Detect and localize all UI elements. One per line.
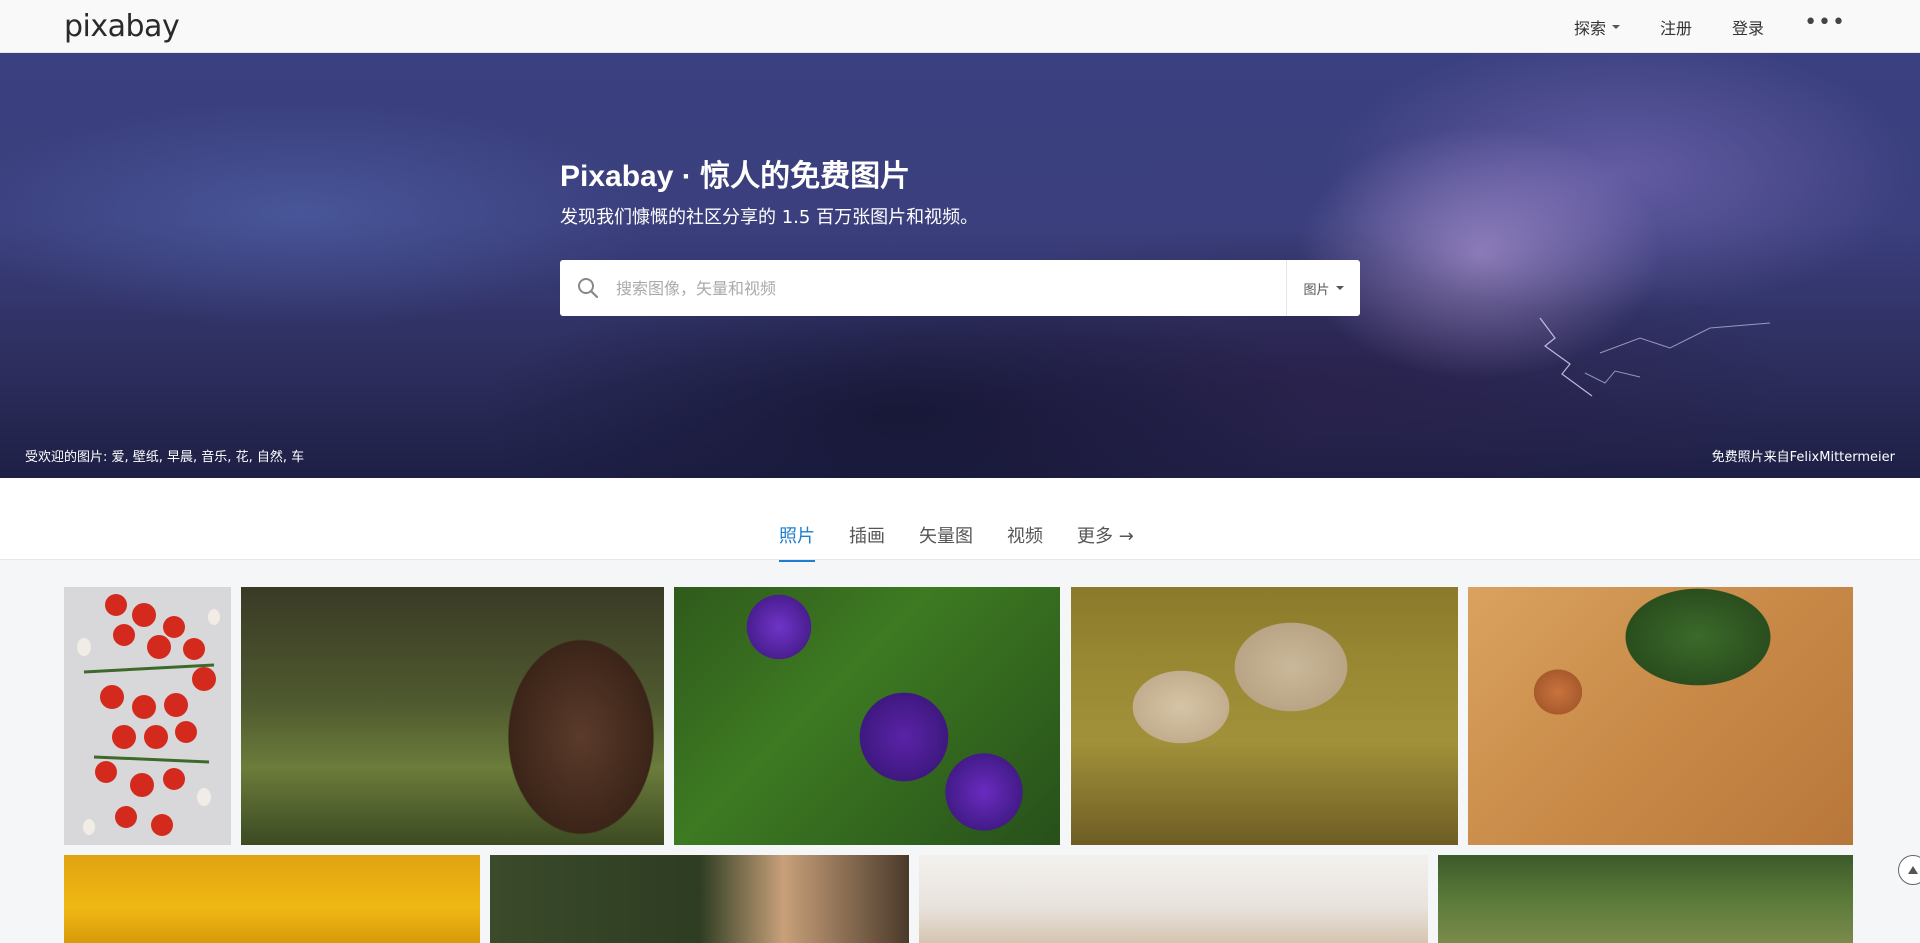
hero-banner: Pixabay · 惊人的免费图片 发现我们慷慨的社区分享的 1.5 百万张图片… xyxy=(0,53,1920,478)
tab-illustrations[interactable]: 插画 xyxy=(849,522,885,562)
login-link[interactable]: 登录 xyxy=(1712,15,1784,39)
more-menu-icon[interactable]: ••• xyxy=(1784,11,1856,34)
photo-credit[interactable]: 免费照片来自FelixMittermeier xyxy=(1712,446,1895,465)
explore-label: 探索 xyxy=(1574,18,1607,38)
tab-photos[interactable]: 照片 xyxy=(779,522,815,562)
hero-title: Pixabay · 惊人的免费图片 xyxy=(560,160,911,193)
media-type-label: 图片 xyxy=(1303,282,1330,298)
header-nav: 探索 注册 登录 ••• xyxy=(1554,0,1856,53)
hero-subtitle: 发现我们慷慨的社区分享的 1.5 百万张图片和视频。 xyxy=(560,207,979,228)
chevron-down-icon xyxy=(1612,24,1621,29)
photo-yellow-flower[interactable] xyxy=(64,855,480,943)
search-input[interactable] xyxy=(616,260,1286,316)
search-bar: 图片 xyxy=(560,260,1360,316)
tab-videos[interactable]: 视频 xyxy=(1007,522,1043,562)
photo-morning-glory[interactable] xyxy=(674,587,1060,845)
media-tabs: 照片 插画 矢量图 视频 更多 → xyxy=(779,522,1134,562)
photo-horse-girl[interactable] xyxy=(490,855,909,943)
tab-more[interactable]: 更多 → xyxy=(1077,522,1134,562)
photo-wildflowers[interactable] xyxy=(1438,855,1853,943)
search-icon[interactable] xyxy=(560,260,616,316)
photo-eagle[interactable] xyxy=(241,587,664,845)
signup-link[interactable]: 注册 xyxy=(1640,15,1712,39)
popular-searches[interactable]: 受欢迎的图片: 爱, 壁纸, 早晨, 音乐, 花, 自然, 车 xyxy=(25,446,304,465)
pixabay-logo[interactable]: pixabay xyxy=(64,9,180,44)
media-type-select[interactable]: 图片 xyxy=(1286,260,1360,316)
scroll-to-top-button[interactable] xyxy=(1898,855,1920,885)
tomatoes-image xyxy=(77,594,220,836)
photo-sheep[interactable] xyxy=(1071,587,1458,845)
photo-pasta-dish[interactable] xyxy=(919,855,1428,943)
arrow-up-icon xyxy=(1908,866,1918,874)
explore-menu[interactable]: 探索 xyxy=(1554,15,1640,39)
tab-vectors[interactable]: 矢量图 xyxy=(919,522,973,562)
chevron-down-icon xyxy=(1335,286,1344,290)
photo-pasta-egg[interactable] xyxy=(1468,587,1853,845)
top-navbar: pixabay 探索 注册 登录 ••• xyxy=(0,0,1920,53)
photo-tomatoes[interactable] xyxy=(64,587,231,845)
media-tabs-bar: 照片 插画 矢量图 视频 更多 → xyxy=(0,478,1920,562)
